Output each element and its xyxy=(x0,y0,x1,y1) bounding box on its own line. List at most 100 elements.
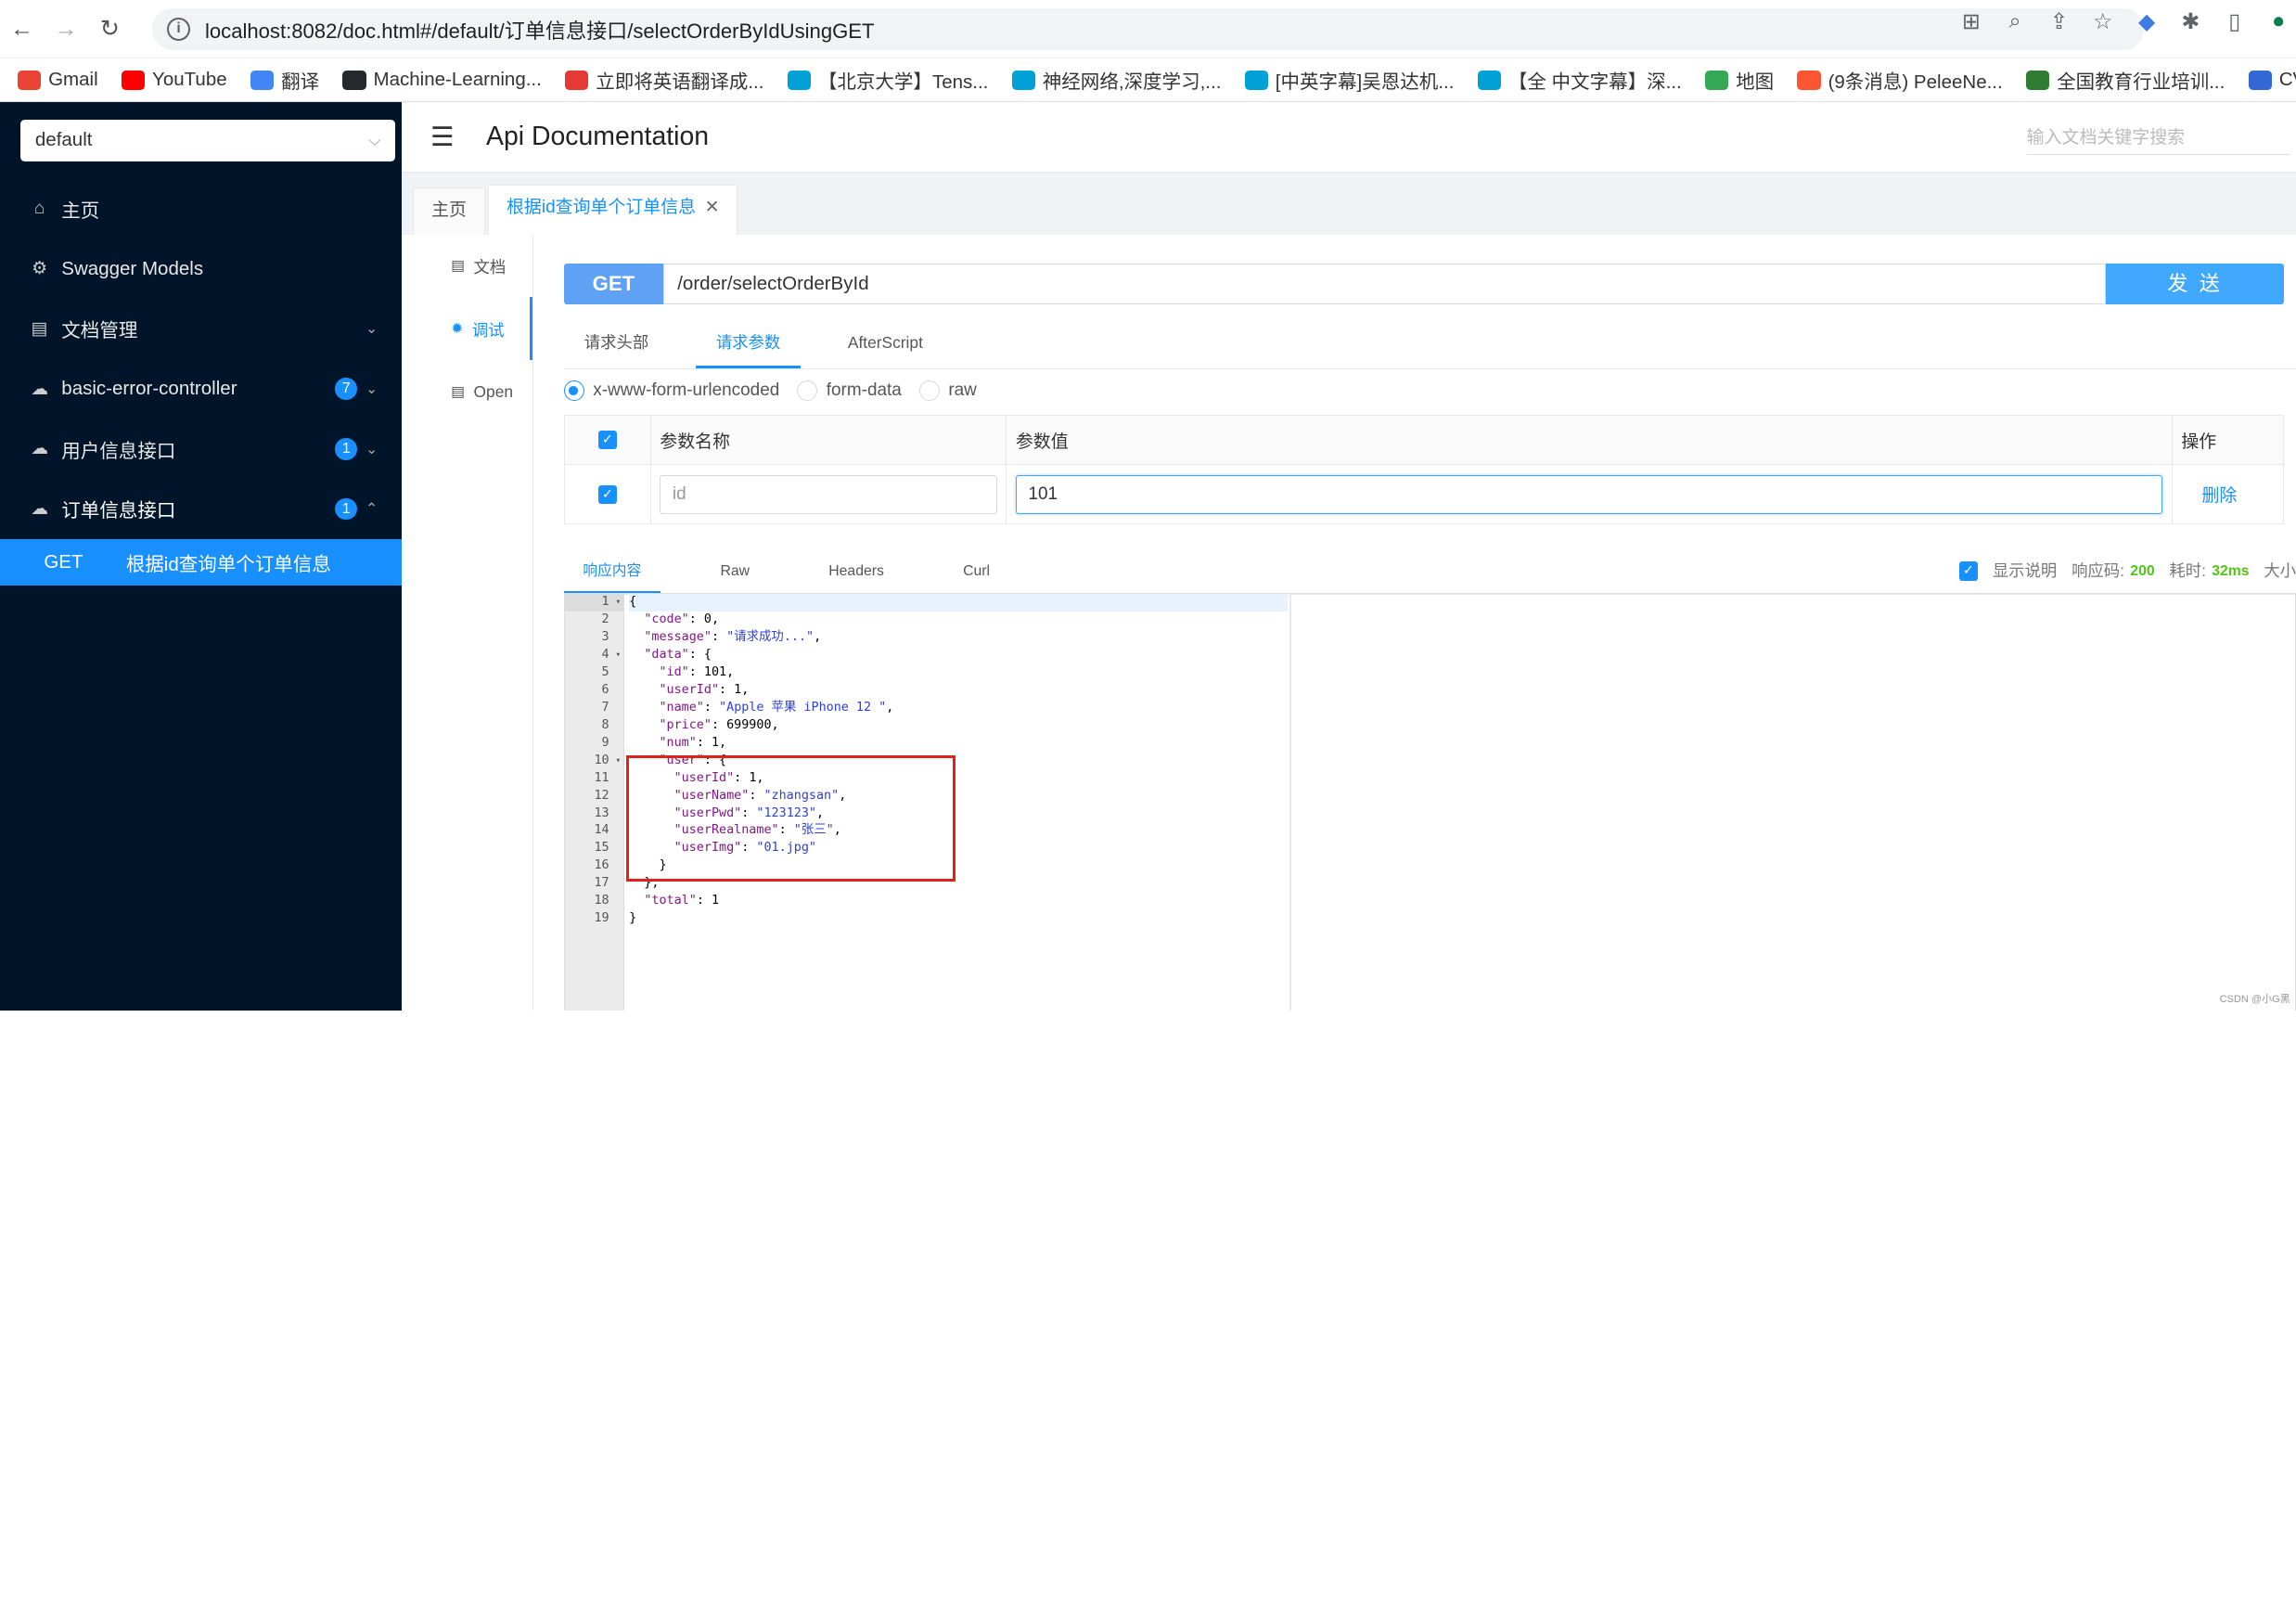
sidebar-sub-item-selected[interactable]: GET 根据id查询单个订单信息 xyxy=(0,539,402,586)
bookmark-icon xyxy=(1012,71,1035,90)
puzzle-icon[interactable]: ✱ xyxy=(2179,8,2202,35)
address-bar[interactable]: i localhost:8082/doc.html#/default/订单信息接… xyxy=(152,8,2144,49)
tab-request-params[interactable]: 请求参数 xyxy=(696,322,802,368)
back-icon[interactable]: ← xyxy=(0,16,44,43)
sidepanel-icon[interactable]: ▯ xyxy=(2223,8,2246,35)
code-line: "total": 1 xyxy=(629,893,1288,910)
params-table-header: ✓ 参数名称 参数值 操作 xyxy=(565,416,2284,466)
home-icon: ⌂ xyxy=(30,199,50,219)
file-icon: ▤ xyxy=(451,382,465,401)
code-line: } xyxy=(629,910,1288,928)
bookmark-item[interactable]: 神经网络,深度学习,... xyxy=(1012,66,1222,94)
bookmark-item[interactable]: YouTube xyxy=(122,69,227,91)
sidebar-item[interactable]: ▤文档管理⌄ xyxy=(0,299,402,359)
star-icon[interactable]: ☆ xyxy=(2091,8,2114,35)
tab-api-label: 根据id查询单个订单信息 xyxy=(507,198,696,217)
bookmark-item[interactable]: (9条消息) PeleeNe... xyxy=(1797,66,2002,94)
tab-bar: 主页 根据id查询单个订单信息 ✕ xyxy=(402,173,2296,234)
code-line: "id": 101, xyxy=(629,664,1288,682)
sidebar-item[interactable]: ⚙Swagger Models xyxy=(0,238,402,299)
bookmark-item[interactable]: 全国教育行业培训... xyxy=(2026,66,2225,94)
select-all-checkbox[interactable]: ✓ xyxy=(598,431,618,450)
bookmark-item[interactable]: Machine-Learning... xyxy=(342,69,541,91)
tab-response-content[interactable]: 响应内容 xyxy=(564,554,661,594)
row-checkbox[interactable]: ✓ xyxy=(598,485,618,505)
line-number: 11 xyxy=(565,770,624,788)
param-value-input[interactable]: 101 xyxy=(1016,475,2163,515)
share-icon[interactable]: ⇪ xyxy=(2047,8,2071,35)
tab-afterscript[interactable]: AfterScript xyxy=(827,322,943,368)
line-number: 18 xyxy=(565,893,624,910)
bookmark-item[interactable]: [中英字幕]吴恩达机... xyxy=(1245,66,1455,94)
line-number: 7 xyxy=(565,700,624,717)
fold-icon[interactable]: ▾ xyxy=(616,753,622,770)
bookmark-label: 神经网络,深度学习,... xyxy=(1043,66,1222,94)
request-row: GET /order/selectOrderById 发 送 xyxy=(564,264,2285,304)
sidebar-item[interactable]: ⌂主页 xyxy=(0,179,402,239)
bookmark-icon xyxy=(788,71,811,90)
bookmark-icon xyxy=(2026,71,2049,90)
show-desc-checkbox[interactable]: ✓ xyxy=(1959,561,1979,581)
bookmark-item[interactable]: 【北京大学】Tens... xyxy=(788,66,989,94)
code-label: 响应码: xyxy=(2072,554,2124,589)
page-title: Api Documentation xyxy=(486,122,709,152)
radio-raw[interactable]: raw xyxy=(919,380,977,401)
status-code: 200 xyxy=(2130,554,2154,589)
forward-icon[interactable]: → xyxy=(44,16,87,43)
response-editor[interactable]: 1▾234▾5678910▾111213141516171819 { "code… xyxy=(564,593,2296,1011)
reload-icon[interactable]: ↻ xyxy=(88,15,132,43)
subnav-open-label: Open xyxy=(474,382,513,402)
subnav-debug[interactable]: ✹调试 xyxy=(402,297,532,360)
bookmark-item[interactable]: 地图 xyxy=(1705,66,1774,94)
bookmark-label: 【北京大学】Tens... xyxy=(818,66,989,94)
param-name-input[interactable]: id xyxy=(660,475,997,515)
profile-icon[interactable]: ● xyxy=(2267,9,2290,34)
fold-icon[interactable]: ▾ xyxy=(616,594,622,612)
translate-icon[interactable]: ⊞ xyxy=(1959,8,1982,35)
delete-button[interactable]: 删除 xyxy=(2181,482,2237,507)
subnav-doc[interactable]: ▤文档 xyxy=(402,235,532,298)
show-desc-label: 显示说明 xyxy=(1993,554,2057,589)
bookmark-item[interactable]: CVPR 2020 Open... xyxy=(2249,69,2296,91)
bookmark-label: 全国教育行业培训... xyxy=(2057,66,2225,94)
browser-actions: ⊞ ⌕ ⇪ ☆ ◆ ✱ ▯ ● xyxy=(1959,8,2296,35)
search-input[interactable]: 输入文档关键字搜索 xyxy=(2027,123,2290,155)
sidebar-item[interactable]: ☁用户信息接口1⌄ xyxy=(0,419,402,479)
bookmark-item[interactable]: Gmail xyxy=(18,69,98,91)
sidebar-item-label: basic-error-controller xyxy=(61,378,237,400)
request-path-input[interactable]: /order/selectOrderById xyxy=(663,264,2106,304)
bookmark-item[interactable]: 立即将英语翻译成... xyxy=(565,66,763,94)
code-line: "num": 1, xyxy=(629,735,1288,753)
radio-urlencoded[interactable]: x-www-form-urlencoded xyxy=(564,380,780,401)
close-icon[interactable]: ✕ xyxy=(705,198,720,217)
radio-form-data[interactable]: form-data xyxy=(797,380,902,401)
sidebar-item[interactable]: ☁basic-error-controller7⌄ xyxy=(0,359,402,419)
info-icon[interactable]: i xyxy=(167,18,190,41)
tab-api[interactable]: 根据id查询单个订单信息 ✕ xyxy=(488,185,738,235)
header-param-value: 参数值 xyxy=(1007,416,2172,465)
tab-raw[interactable]: Raw xyxy=(701,554,769,594)
bookmark-item[interactable]: 翻译 xyxy=(250,66,319,94)
menu-fold-icon[interactable]: ☰ xyxy=(430,122,454,153)
group-select[interactable]: default ⌵ xyxy=(20,120,395,161)
bookmark-item[interactable]: 【全 中文字幕】深... xyxy=(1478,66,1682,94)
sidebar: default ⌵ ⌂主页⚙Swagger Models▤文档管理⌄☁basic… xyxy=(0,102,402,1011)
extension-icon[interactable]: ◆ xyxy=(2135,8,2158,35)
tab-curl[interactable]: Curl xyxy=(944,554,1009,594)
fold-icon[interactable]: ▾ xyxy=(616,647,622,664)
subnav-open[interactable]: ▤ Open xyxy=(402,360,532,423)
radio-raw-label: raw xyxy=(948,380,977,401)
tab-home[interactable]: 主页 xyxy=(413,187,485,235)
line-number: 19 xyxy=(565,910,624,928)
tab-headers[interactable]: Headers xyxy=(810,554,904,594)
file-icon: ▤ xyxy=(451,256,465,275)
bookmark-icon xyxy=(1705,71,1728,90)
zoom-icon[interactable]: ⌕ xyxy=(2003,9,2026,34)
count-badge: 7 xyxy=(335,378,357,400)
sidebar-item[interactable]: ☁订单信息接口1⌃ xyxy=(0,479,402,539)
send-button[interactable]: 发 送 xyxy=(2106,264,2285,304)
table-row: ✓ id 101 删除 xyxy=(565,465,2284,523)
response-meta: ✓ 显示说明 响应码: 200 耗时: 32ms 大小 xyxy=(1959,554,2296,589)
line-number: 3 xyxy=(565,629,624,647)
tab-request-headers[interactable]: 请求头部 xyxy=(564,322,670,368)
